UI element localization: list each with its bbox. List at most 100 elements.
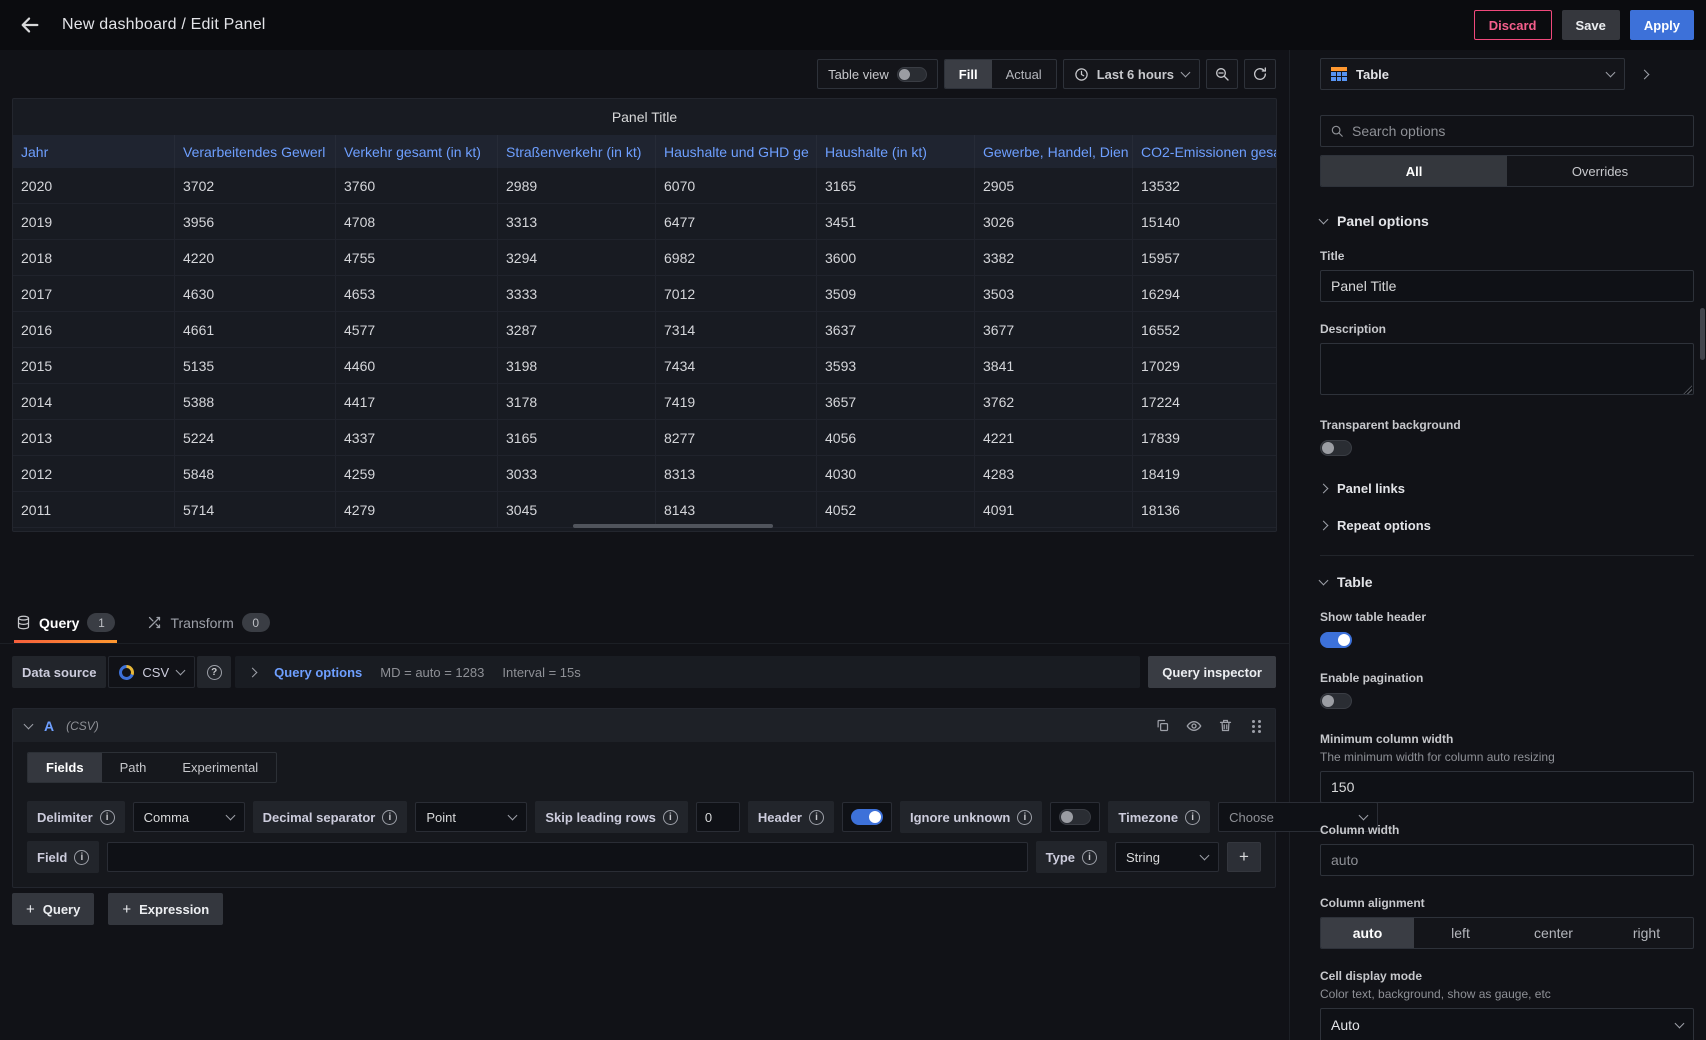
table-cell: 3045 (498, 492, 656, 527)
table-cell: 2015 (13, 348, 175, 383)
tab-experimental[interactable]: Experimental (164, 753, 276, 782)
chevron-down-icon (1319, 215, 1329, 225)
tab-all[interactable]: All (1321, 156, 1507, 186)
query-inspector-button[interactable]: Query inspector (1148, 656, 1276, 688)
panel-title-input[interactable] (1320, 270, 1694, 302)
transparent-background-toggle[interactable] (1320, 440, 1352, 456)
add-field-button[interactable]: + (1227, 842, 1261, 872)
tab-transform[interactable]: Transform 0 (145, 602, 271, 643)
save-button[interactable]: Save (1562, 10, 1620, 40)
apply-button[interactable]: Apply (1630, 10, 1694, 40)
min-column-width-input[interactable] (1320, 771, 1694, 803)
table-cell: 7012 (656, 276, 817, 311)
cell-display-mode-select[interactable]: Auto (1320, 1008, 1694, 1040)
show-table-header-label: Show table header (1320, 610, 1694, 624)
ignore-unknown-toggle[interactable] (1059, 809, 1091, 825)
tab-path[interactable]: Path (102, 753, 165, 782)
column-header[interactable]: Jahr (13, 135, 175, 168)
datasource-help-button[interactable]: ? (197, 656, 231, 688)
table-cell: 8313 (656, 456, 817, 491)
skip-rows-input[interactable] (696, 802, 740, 832)
table-row: 201453884417317874193657376217224 (13, 384, 1276, 420)
datasource-picker[interactable]: CSV (108, 656, 195, 688)
back-button[interactable] (12, 7, 48, 43)
time-range-picker[interactable]: Last 6 hours (1063, 59, 1200, 89)
table-view-toggle[interactable] (897, 67, 927, 82)
column-header[interactable]: Verkehr gesamt (in kt) (336, 135, 498, 168)
align-center-option[interactable]: center (1507, 918, 1600, 948)
hide-query-icon[interactable] (1186, 718, 1202, 734)
table-cell: 3841 (975, 348, 1133, 383)
sidebar-scrollbar[interactable] (1700, 308, 1705, 360)
table-section-header[interactable]: Table (1320, 574, 1694, 590)
refresh-icon (1252, 66, 1268, 82)
table-cell: 4653 (336, 276, 498, 311)
enable-pagination-toggle[interactable] (1320, 693, 1352, 709)
column-header[interactable]: Haushalte und GHD ge (656, 135, 817, 168)
query-actions: +Query +Expression (12, 893, 223, 925)
add-query-button[interactable]: +Query (12, 893, 94, 925)
collapse-options-pane-button[interactable] (1629, 58, 1659, 90)
column-header[interactable]: Verarbeitendes Gewerl (175, 135, 336, 168)
top-nav-bar: New dashboard / Edit Panel Discard Save … (0, 0, 1706, 50)
options-search[interactable] (1320, 115, 1694, 147)
timezone-value: Choose (1229, 810, 1274, 825)
column-alignment-label: Column alignment (1320, 896, 1694, 910)
decimal-separator-select[interactable]: Point (415, 802, 527, 832)
visualization-picker[interactable]: Table (1320, 58, 1625, 90)
delimiter-label: Delimiter (37, 810, 93, 825)
panel-toolbar: Table view Fill Actual Last 6 hours (12, 58, 1276, 90)
panel-links-collapser[interactable]: Panel links (1320, 481, 1694, 496)
column-header[interactable]: CO2-Emissionen gesar (1133, 135, 1276, 168)
table-cell: 17224 (1133, 384, 1276, 419)
resize-handle-icon[interactable] (1683, 385, 1692, 394)
info-icon: i (382, 810, 397, 825)
query-options-link[interactable]: Query options (274, 665, 362, 680)
table-cell: 4221 (975, 420, 1133, 455)
tab-overrides[interactable]: Overrides (1507, 156, 1693, 186)
panel-options-section-header[interactable]: Panel options (1320, 213, 1694, 229)
table-cell: 4337 (336, 420, 498, 455)
table-view-control[interactable]: Table view (817, 59, 938, 89)
options-search-input[interactable] (1352, 123, 1684, 139)
column-header[interactable]: Gewerbe, Handel, Dien (975, 135, 1133, 168)
query-editor-header[interactable]: A (CSV) (13, 709, 1275, 742)
collapse-query-icon[interactable] (24, 719, 34, 729)
table-cell: 3287 (498, 312, 656, 347)
field-name-input[interactable] (107, 842, 1027, 872)
table-options-heading: Table (1337, 574, 1373, 590)
type-select[interactable]: String (1115, 842, 1219, 872)
table-cell: 3033 (498, 456, 656, 491)
discard-button[interactable]: Discard (1474, 10, 1552, 40)
column-header[interactable]: Haushalte (in kt) (817, 135, 975, 168)
tab-fields[interactable]: Fields (28, 753, 102, 782)
tab-query[interactable]: Query 1 (14, 602, 117, 643)
horizontal-scrollbar[interactable] (573, 524, 773, 528)
table-cell: 3451 (817, 204, 975, 239)
drag-handle-icon[interactable] (1252, 720, 1255, 723)
column-width-input[interactable] (1320, 844, 1694, 876)
table-cell: 3333 (498, 276, 656, 311)
delete-query-icon[interactable] (1218, 718, 1233, 733)
duplicate-query-icon[interactable] (1155, 718, 1170, 733)
align-left-option[interactable]: left (1414, 918, 1507, 948)
align-auto-option[interactable]: auto (1321, 918, 1414, 948)
actual-option[interactable]: Actual (992, 60, 1056, 88)
zoom-out-button[interactable] (1206, 59, 1238, 89)
delimiter-select[interactable]: Comma (133, 802, 245, 832)
column-width-label: Column width (1320, 823, 1694, 837)
fill-option[interactable]: Fill (945, 60, 992, 88)
column-header[interactable]: Straßenverkehr (in kt) (498, 135, 656, 168)
min-column-width-description: The minimum width for column auto resizi… (1320, 750, 1694, 764)
info-icon: i (74, 850, 89, 865)
description-textarea[interactable] (1320, 343, 1694, 395)
header-toggle[interactable] (851, 809, 883, 825)
title-label: Title (1320, 249, 1694, 263)
table-cell: 5224 (175, 420, 336, 455)
table-cell: 6982 (656, 240, 817, 275)
add-expression-button[interactable]: +Expression (108, 893, 223, 925)
align-right-option[interactable]: right (1600, 918, 1693, 948)
repeat-options-collapser[interactable]: Repeat options (1320, 518, 1694, 533)
show-table-header-toggle[interactable] (1320, 632, 1352, 648)
refresh-button[interactable] (1244, 59, 1276, 89)
